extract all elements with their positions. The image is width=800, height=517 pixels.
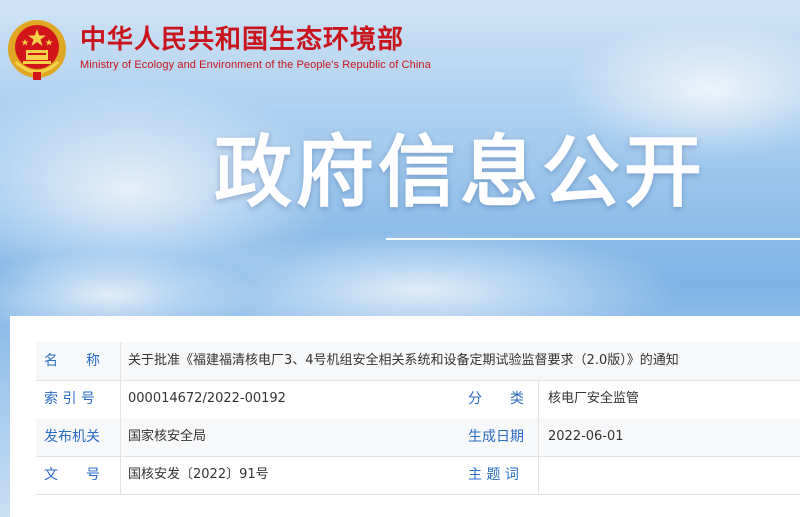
ministry-title-block: 中华人民共和国生态环境部 Ministry of Ecology and Env… <box>80 18 431 71</box>
index-label: 索 引 号 <box>44 391 95 407</box>
index-value: 000014672/2022-00192 <box>128 391 286 406</box>
issuer-label: 发布机关 <box>44 429 100 445</box>
name-label: 名 称 <box>44 353 100 369</box>
cell-divider <box>120 418 121 456</box>
category-label: 分 类 <box>468 391 524 407</box>
cell-divider <box>538 456 539 494</box>
page: 中华人民共和国生态环境部 Ministry of Ecology and Env… <box>0 0 800 517</box>
info-row-issuer: 发布机关 国家核安全局 生成日期 2022-06-01 <box>36 418 800 457</box>
site-header: 中华人民共和国生态环境部 Ministry of Ecology and Env… <box>6 18 431 82</box>
banner-title: 政府信息公开 <box>214 128 707 218</box>
info-row-name: 名 称 关于批准《福建福清核电厂3、4号机组安全相关系统和设备定期试验监督要求（… <box>36 342 800 381</box>
date-label: 生成日期 <box>468 429 524 445</box>
ministry-name-en: Ministry of Ecology and Environment of t… <box>80 59 431 71</box>
info-row-doc-number: 文 号 国核安发〔2022〕91号 主 题 词 <box>36 456 800 495</box>
banner-divider <box>386 238 800 240</box>
doc-number-label: 文 号 <box>44 467 100 483</box>
info-row-index: 索 引 号 000014672/2022-00192 分 类 核电厂安全监管 <box>36 380 800 419</box>
cell-divider <box>120 380 121 418</box>
subject-label: 主 题 词 <box>468 467 519 483</box>
national-emblem-icon[interactable] <box>6 18 68 82</box>
cell-divider <box>120 456 121 494</box>
date-value: 2022-06-01 <box>548 429 624 444</box>
cell-divider <box>538 418 539 456</box>
cell-divider <box>120 342 121 380</box>
subject-value <box>548 456 788 494</box>
document-info-panel: 名 称 关于批准《福建福清核电厂3、4号机组安全相关系统和设备定期试验监督要求（… <box>10 316 800 517</box>
cell-divider <box>538 380 539 418</box>
category-value: 核电厂安全监管 <box>548 391 640 406</box>
issuer-value: 国家核安全局 <box>128 429 207 444</box>
name-value: 关于批准《福建福清核电厂3、4号机组安全相关系统和设备定期试验监督要求（2.0版… <box>128 353 679 368</box>
ministry-name-cn[interactable]: 中华人民共和国生态环境部 <box>80 26 431 54</box>
doc-number-value: 国核安发〔2022〕91号 <box>128 467 269 482</box>
